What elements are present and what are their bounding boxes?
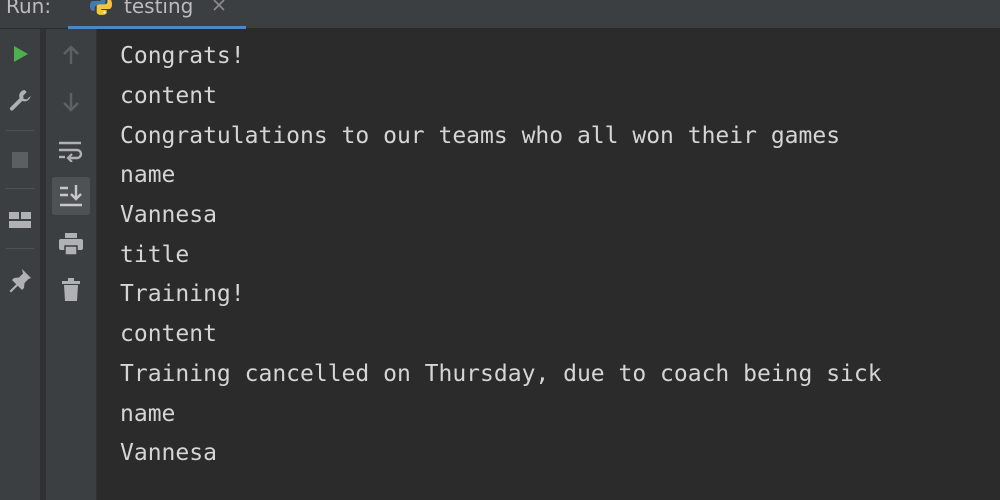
python-icon (90, 0, 112, 15)
edit-configuration-button[interactable] (6, 86, 34, 114)
console-line: title (120, 242, 190, 268)
tab-label: testing (124, 0, 194, 18)
scroll-to-end-icon (60, 185, 82, 207)
console-line: Training! (120, 281, 245, 307)
toolbar-divider (6, 130, 34, 131)
layout-icon (9, 212, 31, 228)
rerun-button[interactable] (6, 40, 34, 68)
print-icon (59, 233, 83, 256)
console-actions-toolbar (46, 29, 97, 500)
console-line: Congratulations to our teams who all won… (120, 123, 841, 149)
stop-icon (12, 152, 28, 168)
clear-all-button[interactable] (57, 276, 85, 304)
console-line: Congrats! (120, 43, 245, 69)
restore-layout-button[interactable] (6, 206, 34, 234)
console-line: content (120, 83, 217, 109)
console-line: Training cancelled on Thursday, due to c… (120, 361, 882, 387)
console-line: Vannesa (120, 202, 217, 228)
toolbar-divider (6, 248, 34, 249)
stop-button[interactable] (6, 146, 34, 174)
run-tool-header: Run: testing (0, 0, 1000, 29)
run-tool-window: Run: testing Congrats! content Congratul… (0, 0, 1000, 500)
run-icon (14, 46, 28, 62)
console-line: name (120, 401, 176, 427)
scroll-to-end-button[interactable] (52, 177, 90, 215)
console-output[interactable]: Congrats! content Congratulations to our… (97, 29, 1000, 500)
close-icon[interactable] (210, 0, 228, 14)
toolbar-divider (6, 188, 34, 189)
pin-icon (9, 269, 31, 293)
tab-testing[interactable]: testing (68, 0, 246, 29)
console-line: content (120, 321, 217, 347)
up-arrow-icon (63, 45, 79, 64)
console-line: Vannesa (120, 440, 217, 466)
run-label: Run: (6, 0, 52, 18)
run-actions-toolbar (0, 29, 41, 500)
previous-occurrence-button[interactable] (57, 41, 85, 69)
wrench-icon (9, 90, 31, 111)
next-occurrence-button[interactable] (57, 88, 85, 116)
pin-tab-button[interactable] (6, 266, 34, 294)
soft-wrap-button[interactable] (57, 136, 85, 164)
soft-wrap-icon (59, 141, 83, 162)
down-arrow-icon (63, 93, 79, 112)
console-line: name (120, 162, 176, 188)
trash-icon (62, 278, 80, 301)
print-button[interactable] (57, 230, 85, 258)
